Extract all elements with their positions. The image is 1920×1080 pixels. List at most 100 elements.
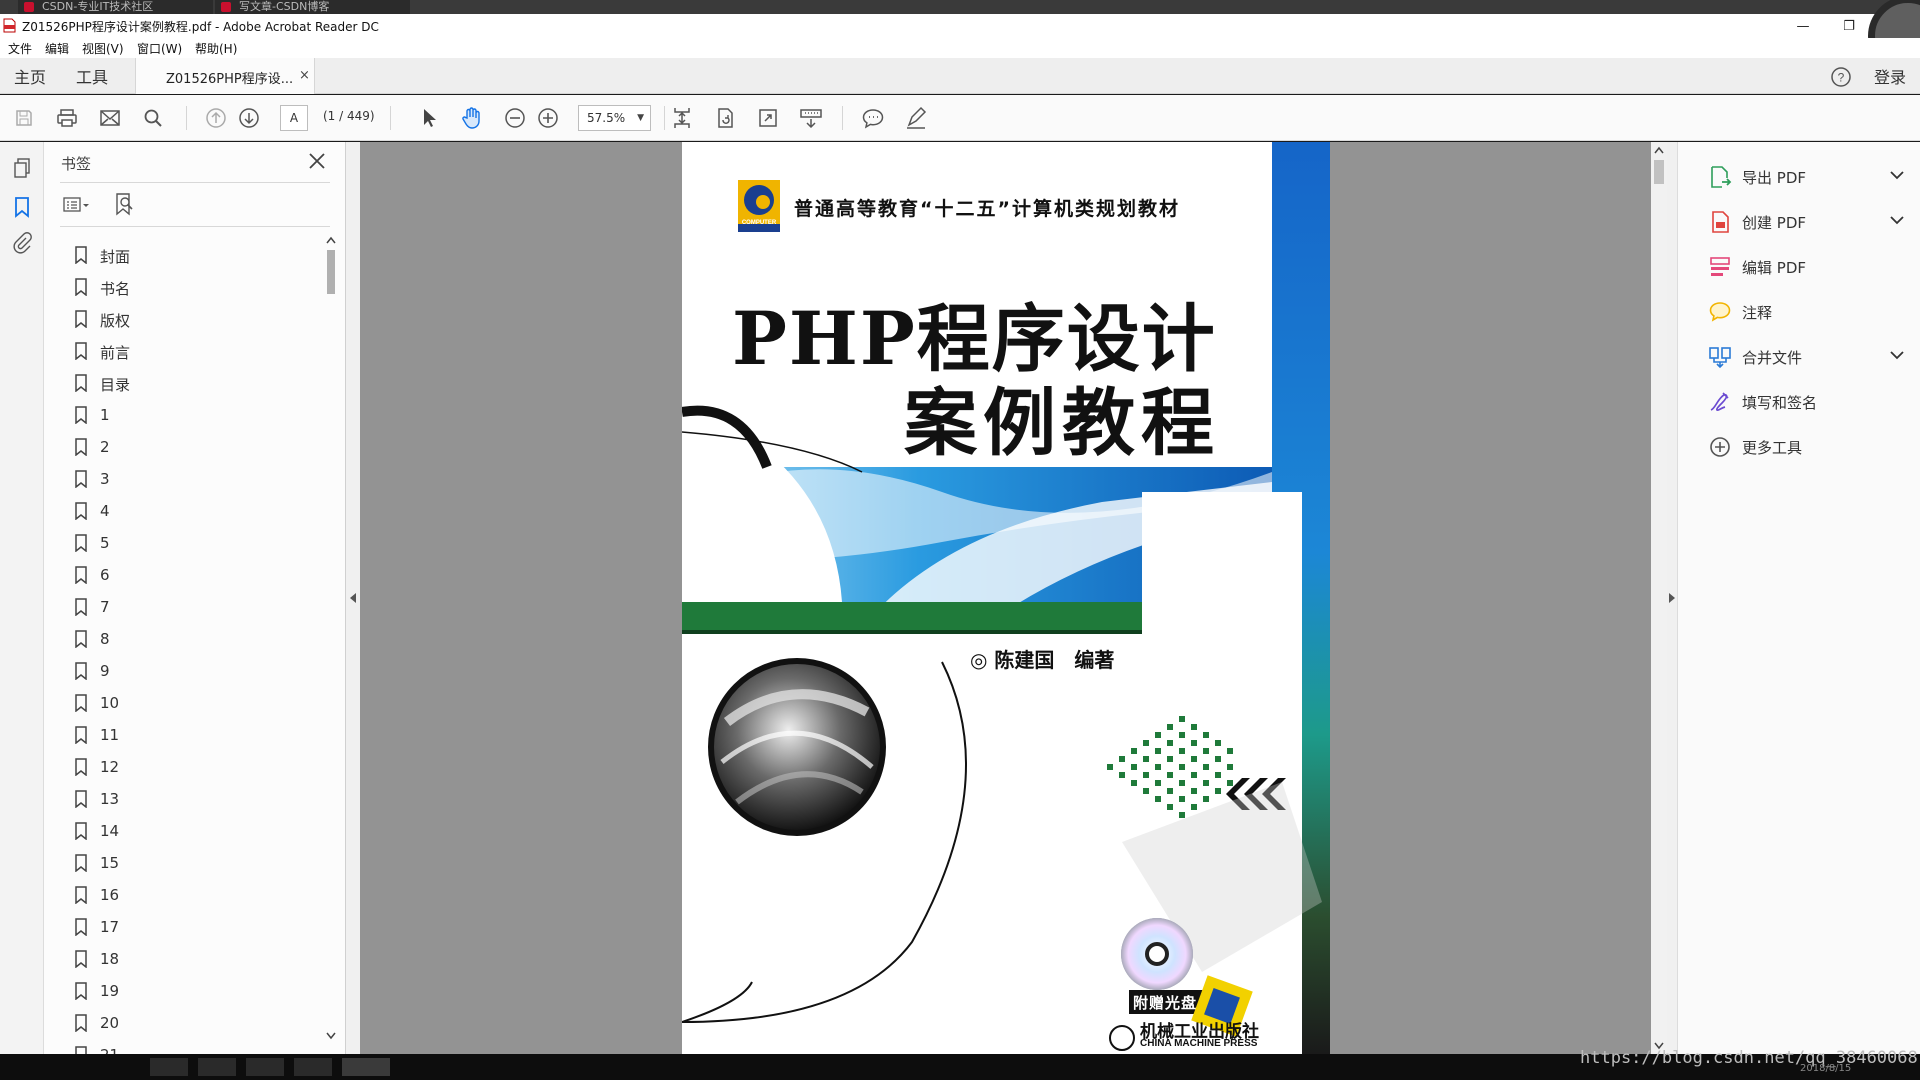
tab-home[interactable]: 主页 <box>14 64 46 88</box>
bookmark-icon <box>75 886 87 904</box>
next-page-icon[interactable] <box>235 104 263 132</box>
navigation-rail <box>0 142 44 1054</box>
document-tab-close-button[interactable]: × <box>299 68 310 83</box>
menu-edit[interactable]: 编辑 <box>45 40 69 57</box>
bookmark-item[interactable]: 16 <box>74 878 314 910</box>
bookmark-item[interactable]: 前言 <box>74 334 314 366</box>
bookmarks-panel: 书签 封面 书名 版权 前言 目录 1 2 3 4 5 6 7 8 9 10 11 12 13 14 15 16 17 18… <box>44 142 346 1064</box>
tool-combine-files[interactable]: 合并文件 <box>1708 341 1908 371</box>
email-icon[interactable] <box>96 104 124 132</box>
bookmark-item[interactable]: 14 <box>74 814 314 846</box>
scroll-down-icon[interactable] <box>326 1032 336 1040</box>
menu-help[interactable]: 帮助(H) <box>195 40 237 57</box>
bookmark-item[interactable]: 19 <box>74 974 314 1006</box>
bookmark-label: 4 <box>100 502 110 520</box>
scroll-up-icon[interactable] <box>326 236 336 244</box>
tab-tools[interactable]: 工具 <box>76 64 108 88</box>
taskbar-app[interactable] <box>150 1058 188 1076</box>
page-thumbnails-icon[interactable] <box>12 157 32 179</box>
bookmark-item[interactable]: 10 <box>74 686 314 718</box>
tool-label: 创建 PDF <box>1742 214 1806 232</box>
browser-tab-write-article[interactable]: 写文章-CSDN博客 <box>215 0 410 14</box>
close-icon[interactable] <box>306 150 328 172</box>
prev-page-icon[interactable] <box>202 104 230 132</box>
bookmark-item[interactable]: 版权 <box>74 302 314 334</box>
bookmark-item[interactable]: 6 <box>74 558 314 590</box>
zoom-out-icon[interactable] <box>501 104 529 132</box>
tab-document[interactable]: Z01526PHP程序设... × <box>135 58 315 94</box>
menu-file[interactable]: 文件 <box>8 40 32 57</box>
bookmark-item[interactable]: 5 <box>74 526 314 558</box>
chevron-down-icon[interactable] <box>1890 216 1904 225</box>
login-link[interactable]: 登录 <box>1874 64 1906 88</box>
print-icon[interactable] <box>53 104 81 132</box>
highlight-pen-icon[interactable] <box>902 104 930 132</box>
bookmark-item[interactable]: 18 <box>74 942 314 974</box>
bookmark-item[interactable]: 20 <box>74 1006 314 1038</box>
tool-export-pdf[interactable]: 导出 PDF <box>1708 161 1908 191</box>
chevron-down-icon[interactable] <box>1890 171 1904 180</box>
browser-tab-csdn[interactable]: CSDN-专业IT技术社区 <box>18 0 213 14</box>
bookmark-label: 版权 <box>100 312 131 330</box>
bookmark-item[interactable]: 4 <box>74 494 314 526</box>
search-icon[interactable] <box>139 104 167 132</box>
taskbar-app[interactable] <box>342 1058 390 1076</box>
tool-create-pdf[interactable]: 创建 PDF <box>1708 206 1908 236</box>
bookmark-item[interactable]: 15 <box>74 846 314 878</box>
taskbar-app[interactable] <box>294 1058 332 1076</box>
minimize-button[interactable]: — <box>1780 14 1826 38</box>
tool-more-tools[interactable]: 更多工具 <box>1708 431 1908 461</box>
bookmark-item[interactable]: 17 <box>74 910 314 942</box>
bookmarks-panel-icon[interactable] <box>14 196 30 218</box>
bookmark-item[interactable]: 9 <box>74 654 314 686</box>
taskbar-app[interactable] <box>198 1058 236 1076</box>
bookmark-item[interactable]: 12 <box>74 750 314 782</box>
comment-icon[interactable] <box>859 104 887 132</box>
rotate-icon[interactable] <box>711 104 739 132</box>
taskbar-app[interactable] <box>246 1058 284 1076</box>
scrollbar-thumb[interactable] <box>327 250 335 294</box>
bookmark-item[interactable]: 7 <box>74 590 314 622</box>
left-panel-collapse-handle[interactable] <box>346 142 360 1054</box>
bookmark-scrollbar[interactable] <box>324 234 338 1044</box>
title-bar: Z01526PHP程序设计案例教程.pdf - Adobe Acrobat Re… <box>0 0 1920 76</box>
attachments-icon[interactable] <box>12 232 32 254</box>
bookmark-item[interactable]: 13 <box>74 782 314 814</box>
new-bookmark-icon[interactable] <box>112 192 136 216</box>
bookmark-icon <box>75 630 87 648</box>
chevron-down-icon[interactable] <box>1890 351 1904 360</box>
bookmark-item[interactable]: 1 <box>74 398 314 430</box>
zoom-in-icon[interactable] <box>534 104 562 132</box>
bookmark-item[interactable]: 2 <box>74 430 314 462</box>
restore-button[interactable]: ❐ <box>1826 14 1872 38</box>
bookmark-item[interactable]: 3 <box>74 462 314 494</box>
scroll-up-icon[interactable] <box>1654 146 1664 154</box>
bookmark-options-icon[interactable] <box>62 194 92 216</box>
hand-tool-icon[interactable] <box>458 104 486 132</box>
read-mode-icon[interactable] <box>797 104 825 132</box>
bookmark-item[interactable]: 8 <box>74 622 314 654</box>
bookmark-icon <box>75 534 87 552</box>
bookmark-item[interactable]: 封面 <box>74 238 314 270</box>
combine-files-icon <box>1709 347 1731 369</box>
bookmark-item[interactable]: 目录 <box>74 366 314 398</box>
bookmark-item[interactable]: 书名 <box>74 270 314 302</box>
scrollbar-thumb[interactable] <box>1654 160 1664 184</box>
fit-width-icon[interactable] <box>668 104 696 132</box>
tool-comment[interactable]: 注释 <box>1708 296 1908 326</box>
bookmark-item[interactable]: 11 <box>74 718 314 750</box>
fullscreen-icon[interactable] <box>754 104 782 132</box>
zoom-select[interactable]: 57.5% ▼ <box>578 105 651 131</box>
right-panel-collapse-handle[interactable] <box>1667 142 1677 1054</box>
menu-view[interactable]: 视图(V) <box>82 40 124 57</box>
help-icon[interactable]: ? <box>1830 66 1852 88</box>
document-scrollbar[interactable] <box>1651 142 1667 1054</box>
save-icon[interactable] <box>10 104 38 132</box>
create-pdf-icon <box>1712 211 1729 233</box>
document-viewport[interactable]: COMPUTER 普通高等教育“十二五”计算机类规划教材 PHP程序设计 案例教… <box>360 142 1667 1054</box>
tool-edit-pdf[interactable]: 编辑 PDF <box>1708 251 1908 281</box>
tool-fill-sign[interactable]: 填写和签名 <box>1708 386 1908 416</box>
select-arrow-icon[interactable] <box>415 104 443 132</box>
menu-window[interactable]: 窗口(W) <box>137 40 182 57</box>
page-number-input[interactable]: A <box>280 105 308 131</box>
